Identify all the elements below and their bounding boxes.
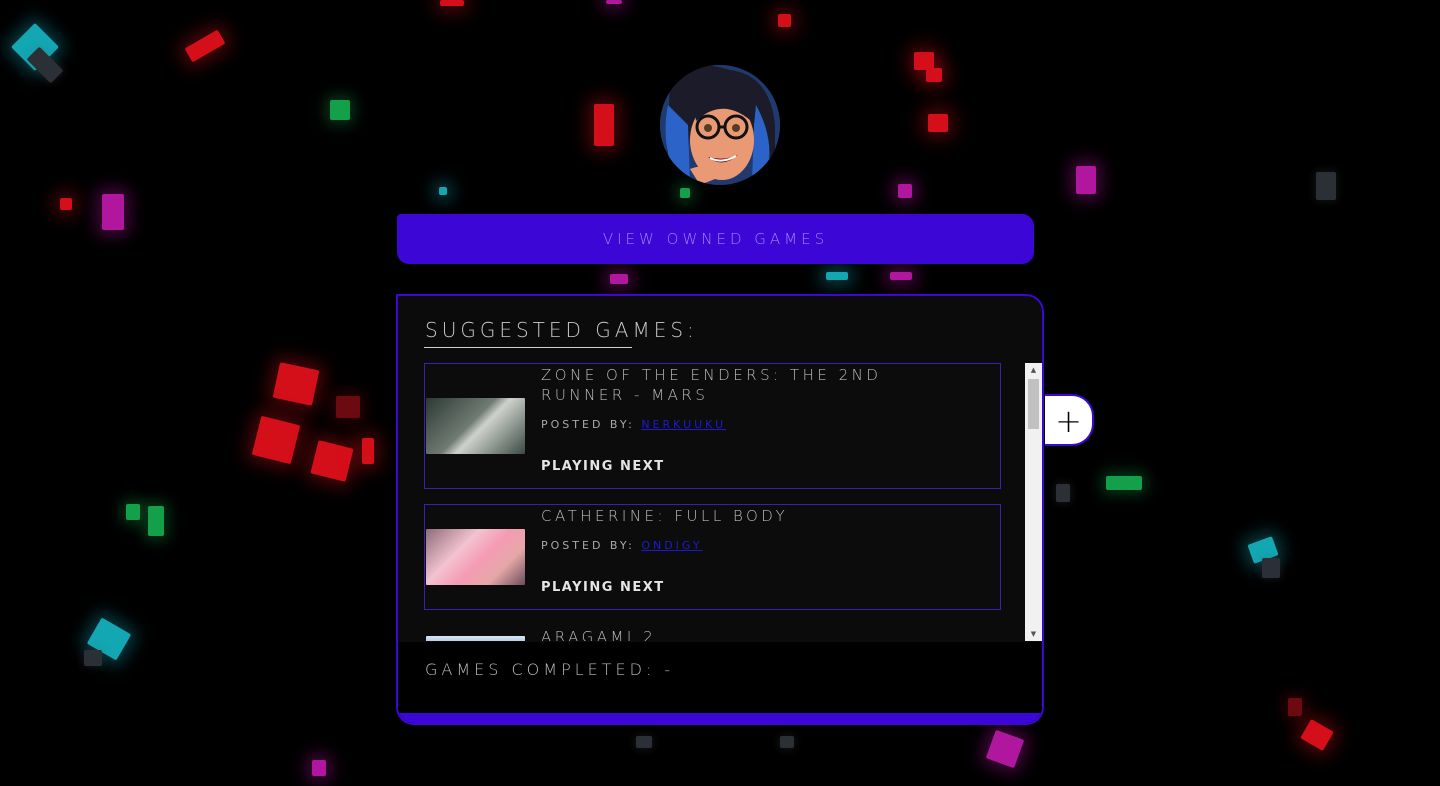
- game-title: ZONE OF THE ENDERS: THE 2ND RUNNER - MAR…: [541, 365, 981, 405]
- playing-next-button[interactable]: PLAYING NEXT: [541, 580, 665, 595]
- avatar-portrait-icon: [660, 65, 780, 185]
- game-title-line: RUNNER - MARS: [541, 386, 709, 404]
- games-completed-label: GAMES COMPLETED: -: [425, 660, 675, 679]
- playing-next-button[interactable]: PLAYING NEXT: [541, 459, 665, 474]
- game-title-line: ZONE OF THE ENDERS: THE 2ND: [541, 366, 882, 384]
- scroll-thumb[interactable]: [1028, 379, 1039, 429]
- game-thumbnail[interactable]: [426, 636, 525, 641]
- game-title: ARAGAMI 2: [541, 627, 981, 641]
- scroll-down-arrow-icon[interactable]: ▼: [1025, 627, 1042, 641]
- title-underline: [424, 347, 632, 348]
- posted-by-user-link[interactable]: NERKUUKU: [641, 418, 726, 431]
- games-completed-section: GAMES COMPLETED: -: [398, 642, 1042, 715]
- game-thumbnail[interactable]: [426, 529, 525, 585]
- panel-bottom-bar: [398, 713, 1042, 723]
- game-card[interactable]: CATHERINE: FULL BODY POSTED BY: ONDIGY P…: [424, 504, 1001, 610]
- game-title-line: ARAGAMI 2: [541, 628, 657, 641]
- add-game-button[interactable]: +: [1045, 394, 1094, 446]
- game-card[interactable]: ZONE OF THE ENDERS: THE 2ND RUNNER - MAR…: [424, 363, 1001, 489]
- posted-by: POSTED BY: NERKUUKU: [541, 418, 726, 431]
- list-scrollbar[interactable]: ▲ ▼: [1025, 363, 1042, 641]
- suggested-games-panel: SUGGESTED GAMES: ZONE OF THE ENDERS: THE…: [396, 294, 1044, 725]
- posted-by-label: POSTED BY:: [541, 418, 635, 431]
- posted-by-label: POSTED BY:: [541, 539, 635, 552]
- posted-by: POSTED BY: ONDIGY: [541, 539, 703, 552]
- game-title-line: CATHERINE: FULL BODY: [541, 507, 789, 525]
- scroll-up-arrow-icon[interactable]: ▲: [1025, 363, 1042, 377]
- game-title: CATHERINE: FULL BODY: [541, 506, 981, 526]
- view-owned-games-button[interactable]: VIEW OWNED GAMES: [397, 214, 1034, 264]
- game-thumbnail[interactable]: [426, 398, 525, 454]
- panel-title: SUGGESTED GAMES:: [425, 318, 698, 342]
- posted-by-user-link[interactable]: ONDIGY: [641, 539, 702, 552]
- user-avatar[interactable]: [660, 65, 780, 185]
- suggested-games-list[interactable]: ZONE OF THE ENDERS: THE 2ND RUNNER - MAR…: [424, 363, 1042, 641]
- game-card[interactable]: ARAGAMI 2: [424, 625, 1001, 641]
